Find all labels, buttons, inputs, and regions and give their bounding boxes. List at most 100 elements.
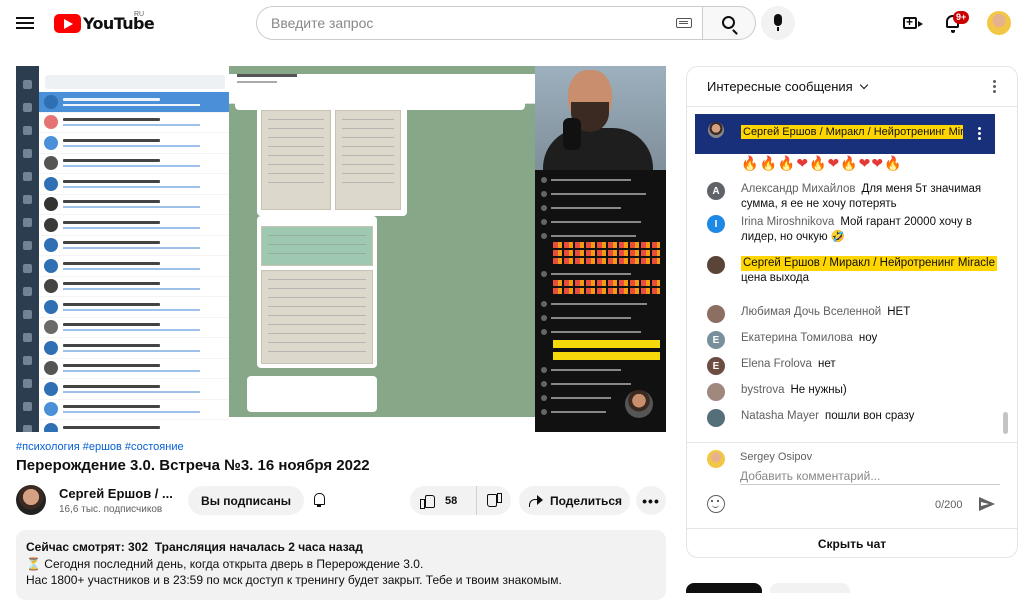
- thumbs-up-icon: [420, 494, 435, 509]
- video-player[interactable]: [16, 66, 666, 432]
- send-icon[interactable]: [979, 497, 995, 511]
- list-item: [39, 113, 229, 133]
- heart-emoji-icon: ❤: [871, 156, 885, 172]
- fire-emoji-icon: 🔥: [741, 156, 760, 172]
- avatar: [707, 383, 725, 401]
- telegram-chat-list: [39, 66, 229, 432]
- hide-chat-button[interactable]: Скрыть чат: [687, 528, 1017, 557]
- share-button[interactable]: Поделиться: [519, 486, 630, 515]
- list-item: [39, 92, 229, 113]
- hashtag-link[interactable]: #состояние: [125, 441, 184, 453]
- chip-active[interactable]: [686, 583, 762, 593]
- list-item: [39, 297, 229, 318]
- logo-region: RU: [134, 11, 145, 18]
- fire-emoji-icon: 🔥: [809, 156, 828, 172]
- webcam-overlay: [535, 66, 666, 170]
- telegram-folder-rail: [16, 66, 39, 432]
- chat-message[interactable]: bystrova Не нужны): [707, 383, 1007, 401]
- list-item: [39, 133, 229, 154]
- message-text: цена выхода: [741, 272, 810, 284]
- subscriber-count: 16,6 тыс. подписчиков: [59, 504, 163, 515]
- notifications-badge: 9+: [953, 11, 970, 24]
- channel-avatar[interactable]: [16, 485, 46, 515]
- avatar: E: [707, 357, 725, 375]
- top-bar: YouTube RU 9+: [0, 0, 1024, 46]
- chat-input[interactable]: [740, 467, 1000, 485]
- message-text: нет: [817, 358, 836, 370]
- pinned-more-icon[interactable]: [978, 127, 981, 140]
- menu-icon[interactable]: [14, 12, 36, 34]
- chevron-down-icon[interactable]: [859, 80, 868, 90]
- more-actions-button[interactable]: •••: [636, 486, 666, 515]
- message-author: Irina Miroshnikova: [741, 216, 835, 228]
- fire-emoji-icon: 🔥: [777, 156, 797, 172]
- dislike-button[interactable]: [478, 486, 511, 515]
- hashtag-link[interactable]: #психология: [16, 441, 80, 453]
- youtube-play-icon: [54, 13, 81, 33]
- search-button[interactable]: [702, 6, 756, 40]
- telegram-chat-view: [229, 66, 536, 432]
- account-avatar[interactable]: [987, 11, 1011, 35]
- list-item: [39, 359, 229, 379]
- list-item: [39, 236, 229, 256]
- avatar: [707, 305, 725, 323]
- message-author: Екатерина Томилова: [741, 332, 853, 344]
- list-item: [39, 154, 229, 174]
- live-chat-panel: Интересные сообщения Сергей Ершов / Мира…: [686, 66, 1018, 558]
- fire-emoji-icon: 🔥: [759, 156, 778, 172]
- list-item: [39, 174, 229, 195]
- list-item: [39, 400, 229, 420]
- chat-mode-selector[interactable]: Интересные сообщения: [707, 79, 853, 94]
- create-video-icon: [903, 15, 923, 29]
- avatar: [707, 409, 725, 427]
- streamer-avatar: [625, 390, 653, 418]
- message-author: Любимая Дочь Вселенной: [741, 306, 882, 318]
- chat-message[interactable]: Любимая Дочь Вселенной НЕТ: [707, 305, 1007, 323]
- notification-bell-icon[interactable]: [312, 492, 328, 508]
- description-line: ⏳ Сегодня последний день, когда открыта …: [26, 556, 424, 571]
- avatar: [707, 450, 725, 468]
- channel-name[interactable]: Сергей Ершов / ...: [59, 486, 173, 501]
- youtube-logo[interactable]: YouTube RU: [54, 11, 155, 33]
- chat-message[interactable]: E Elena Frolova нет: [707, 357, 1007, 375]
- message-author: Александр Михайлов: [741, 183, 856, 195]
- telegram-photo-message: [257, 216, 377, 368]
- chip[interactable]: [770, 583, 850, 593]
- description-box[interactable]: Сейчас смотрят: 302 Трансляция началась …: [16, 530, 666, 600]
- like-button[interactable]: 58: [410, 486, 477, 515]
- fire-emoji-icon: 🔥: [840, 156, 859, 172]
- create-button[interactable]: [902, 13, 923, 33]
- search-input[interactable]: [271, 15, 651, 31]
- search-icon: [722, 16, 735, 29]
- pinned-message[interactable]: Сергей Ершов / Миракл / Нейротренинг Mir…: [695, 114, 995, 154]
- avatar: A: [707, 182, 725, 200]
- avatar: I: [707, 215, 725, 233]
- list-item: [39, 277, 229, 297]
- chat-message[interactable]: Сергей Ершов / Миракл / Нейротренинг Mir…: [707, 256, 1007, 286]
- pinned-author: Сергей Ершов / Миракл / Нейротренинг Mir…: [741, 125, 963, 139]
- emoji-icon[interactable]: [707, 495, 725, 513]
- avatar: [707, 256, 725, 274]
- message-text: ноу: [858, 332, 878, 344]
- chat-more-icon[interactable]: [993, 80, 997, 94]
- thumbs-down-icon: [488, 494, 502, 508]
- telegram-photo-message: [257, 104, 407, 216]
- keyboard-icon[interactable]: [676, 18, 692, 28]
- hashtags: #психология #ершов #состояние: [16, 441, 187, 453]
- voice-search-button[interactable]: [761, 6, 795, 40]
- subscribed-button[interactable]: Вы подписаны: [188, 486, 304, 515]
- telegram-message-input: [229, 417, 536, 432]
- stream-started: Трансляция началась 2 часа назад: [154, 540, 363, 554]
- chat-message[interactable]: E Екатерина Томилова ноу: [707, 331, 1007, 349]
- watching-now: Сейчас смотрят: 302: [26, 540, 149, 554]
- chat-message[interactable]: A Александр Михайлов Для меня 5т значимая …: [707, 182, 1007, 212]
- list-item: [39, 195, 229, 215]
- chat-message[interactable]: Natasha Mayer пошли вон сразу: [707, 409, 1007, 427]
- message-text: НЕТ: [887, 306, 911, 318]
- chat-message[interactable]: I Irina Miroshnikova Мой гарант 20000 хочу…: [707, 215, 1007, 245]
- message-author: Natasha Mayer: [741, 410, 819, 422]
- list-item: [39, 318, 229, 338]
- chat-scrollbar[interactable]: [1003, 412, 1008, 434]
- chat-header: Интересные сообщения: [687, 67, 1017, 107]
- hashtag-link[interactable]: #ершов: [83, 441, 122, 453]
